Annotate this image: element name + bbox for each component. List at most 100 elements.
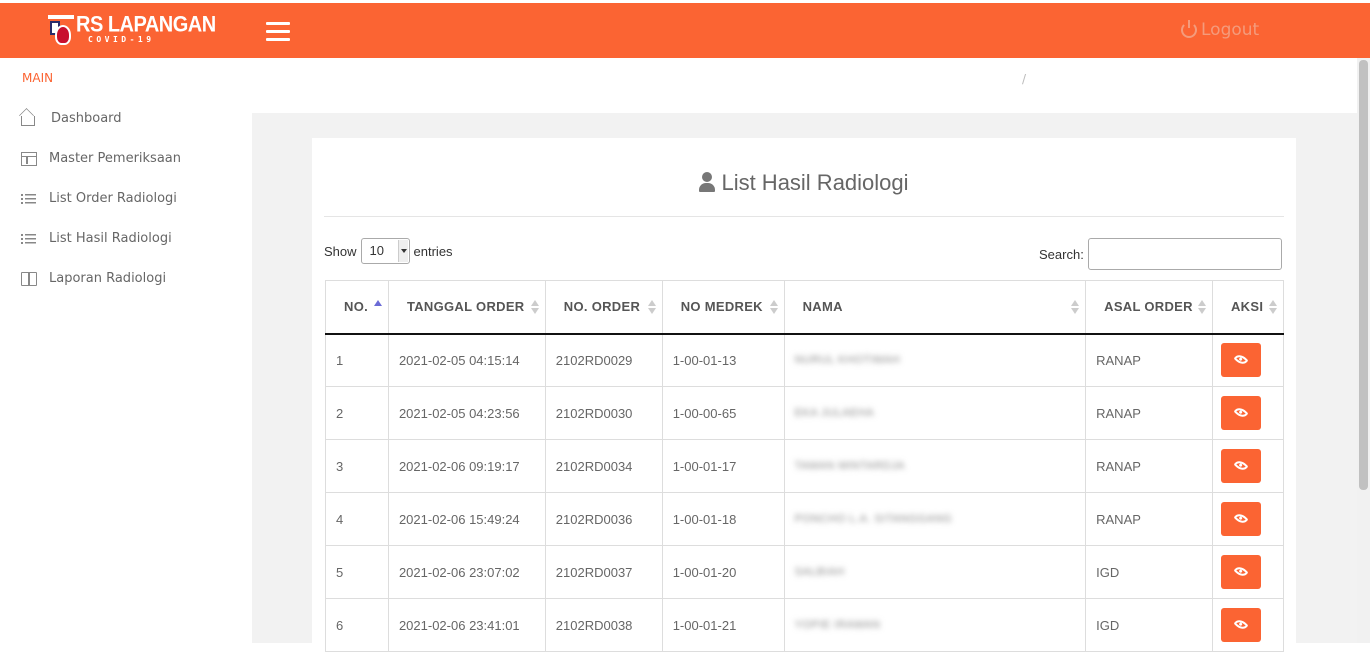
col-header-tanggal-order[interactable]: TANGGAL ORDER xyxy=(387,280,546,335)
eye-icon xyxy=(1233,564,1249,579)
sort-icon xyxy=(1269,300,1277,314)
cell-asal-order: IGD xyxy=(1085,598,1213,652)
sidebar-item-list-order-radiologi[interactable]: List Order Radiologi xyxy=(21,191,177,206)
cell-no-medrek: 1-00-01-17 xyxy=(661,439,785,493)
search-label: Search: xyxy=(1039,246,1084,262)
col-header-no-order[interactable]: NO. ORDER xyxy=(544,280,663,335)
cell-aksi xyxy=(1211,386,1285,440)
sort-icon xyxy=(1197,300,1206,314)
cell-tanggal-order: 2021-02-06 15:49:24 xyxy=(387,492,546,546)
col-header-no[interactable]: NO. xyxy=(325,280,389,335)
hospital-logo[interactable]: RS LAPANGAN COVID-19 xyxy=(48,12,216,47)
table-row: 1 2021-02-05 04:15:14 2102RD0029 1-00-01-13… xyxy=(325,333,1285,387)
cell-no-order: 2102RD0036 xyxy=(544,492,663,546)
cell-aksi xyxy=(1211,439,1285,493)
table-row: 2 2021-02-05 04:23:56 2102RD0030 1-00-00-65… xyxy=(325,386,1285,440)
cell-no: 3 xyxy=(325,439,389,493)
col-header-aksi[interactable]: AKSI xyxy=(1211,280,1285,335)
sidebar-item-label: Laporan Radiologi xyxy=(49,271,167,286)
cell-nama: SALBIAH xyxy=(783,545,1087,599)
cell-nama: TAMAN MINTARDJA xyxy=(783,439,1087,493)
entries-value: 10 xyxy=(369,243,384,258)
view-button[interactable] xyxy=(1220,502,1261,536)
power-icon xyxy=(1181,20,1197,38)
cell-asal-order: IGD xyxy=(1085,545,1213,599)
sort-icon xyxy=(530,300,539,314)
cell-nama: YOPIE IRAWAN xyxy=(783,598,1087,652)
eye-icon xyxy=(1233,352,1249,368)
cell-no: 5 xyxy=(325,545,389,599)
logo-title: RS LAPANGAN xyxy=(76,12,216,38)
cell-nama: EKA JULAEHA xyxy=(783,386,1087,440)
entries-select[interactable]: 10 xyxy=(360,238,410,264)
menu-toggle-icon[interactable] xyxy=(266,22,290,42)
cell-asal-order: RANAP xyxy=(1085,333,1213,387)
eye-icon xyxy=(1233,617,1249,632)
cell-no: 2 xyxy=(325,386,389,440)
logout-label: Logout xyxy=(1201,20,1260,40)
sort-icon xyxy=(769,300,778,314)
sidebar-heading: MAIN xyxy=(22,71,54,85)
sort-asc-icon xyxy=(373,300,382,314)
page-scrollbar[interactable] xyxy=(1357,58,1370,643)
sidebar-item-label: List Hasil Radiologi xyxy=(49,231,172,246)
entries-label: entries xyxy=(413,243,453,259)
cell-tanggal-order: 2021-02-06 09:19:17 xyxy=(387,439,546,493)
search-input[interactable] xyxy=(1087,238,1282,270)
view-button[interactable] xyxy=(1220,449,1261,483)
page-title-text: List Hasil Radiologi xyxy=(721,170,909,195)
show-entries-control: Show 10 entries xyxy=(324,238,453,264)
book-icon xyxy=(21,271,37,286)
logo-subtitle: COVID-19 xyxy=(88,35,155,44)
col-header-no-medrek[interactable]: NO MEDREK xyxy=(661,280,785,335)
cell-no-order: 2102RD0037 xyxy=(544,545,663,599)
view-button[interactable] xyxy=(1220,608,1261,642)
list-icon xyxy=(21,232,37,246)
chevron-down-icon xyxy=(397,240,408,262)
cell-nama: NURUL KHOTIMAH xyxy=(783,333,1087,387)
view-button[interactable] xyxy=(1220,343,1261,378)
sort-icon xyxy=(647,300,656,314)
logo-emblem-icon xyxy=(48,15,74,47)
cell-aksi xyxy=(1211,333,1285,387)
cell-nama: PONCHO L.A. SITANGGANG xyxy=(783,492,1087,546)
scrollbar-thumb[interactable] xyxy=(1359,60,1368,490)
table-row: 6 2021-02-06 23:41:01 2102RD0038 1-00-01-21… xyxy=(325,598,1285,652)
sidebar-item-label: Master Pemeriksaan xyxy=(49,151,181,166)
eye-icon xyxy=(1233,458,1249,473)
sidebar-item-list-hasil-radiologi[interactable]: List Hasil Radiologi xyxy=(21,231,172,246)
results-table: NO. TANGGAL ORDER NO. ORDER NO MEDREK NA… xyxy=(325,280,1285,652)
sidebar-item-master-pemeriksaan[interactable]: Master Pemeriksaan xyxy=(21,151,181,166)
cell-no: 1 xyxy=(325,333,389,387)
sidebar: MAIN Dashboard Master Pemeriksaan List O… xyxy=(0,58,252,643)
eye-icon xyxy=(1233,511,1249,526)
sidebar-item-dashboard[interactable]: Dashboard xyxy=(21,111,122,126)
list-icon xyxy=(21,192,37,206)
cell-no-medrek: 1-00-01-18 xyxy=(661,492,785,546)
user-icon xyxy=(699,172,716,192)
cell-asal-order: RANAP xyxy=(1085,439,1213,493)
cell-no: 4 xyxy=(325,492,389,546)
cell-no-medrek: 1-00-00-65 xyxy=(661,386,785,440)
eye-icon xyxy=(1233,405,1249,420)
view-button[interactable] xyxy=(1220,396,1261,430)
cell-no-medrek: 1-00-01-13 xyxy=(661,333,785,387)
cell-aksi xyxy=(1211,598,1285,652)
sidebar-item-laporan-radiologi[interactable]: Laporan Radiologi xyxy=(21,271,166,286)
sort-icon xyxy=(1071,300,1080,314)
logout-button[interactable]: Logout xyxy=(1181,20,1259,40)
cell-tanggal-order: 2021-02-05 04:15:14 xyxy=(387,333,546,387)
cell-no-order: 2102RD0038 xyxy=(544,598,663,652)
table-row: 4 2021-02-06 15:49:24 2102RD0036 1-00-01-18… xyxy=(325,492,1285,546)
cell-no-order: 2102RD0029 xyxy=(544,333,663,387)
cell-tanggal-order: 2021-02-06 23:41:01 xyxy=(387,598,546,652)
cell-tanggal-order: 2021-02-05 04:23:56 xyxy=(387,386,546,440)
search-control: Search: xyxy=(1039,238,1282,270)
col-header-asal-order[interactable]: ASAL ORDER xyxy=(1085,280,1213,335)
cell-no-order: 2102RD0030 xyxy=(544,386,663,440)
col-header-nama[interactable]: NAMA xyxy=(783,280,1087,335)
cell-no: 6 xyxy=(325,598,389,652)
cell-aksi xyxy=(1211,545,1285,599)
view-button[interactable] xyxy=(1220,555,1261,589)
cell-asal-order: RANAP xyxy=(1085,386,1213,440)
